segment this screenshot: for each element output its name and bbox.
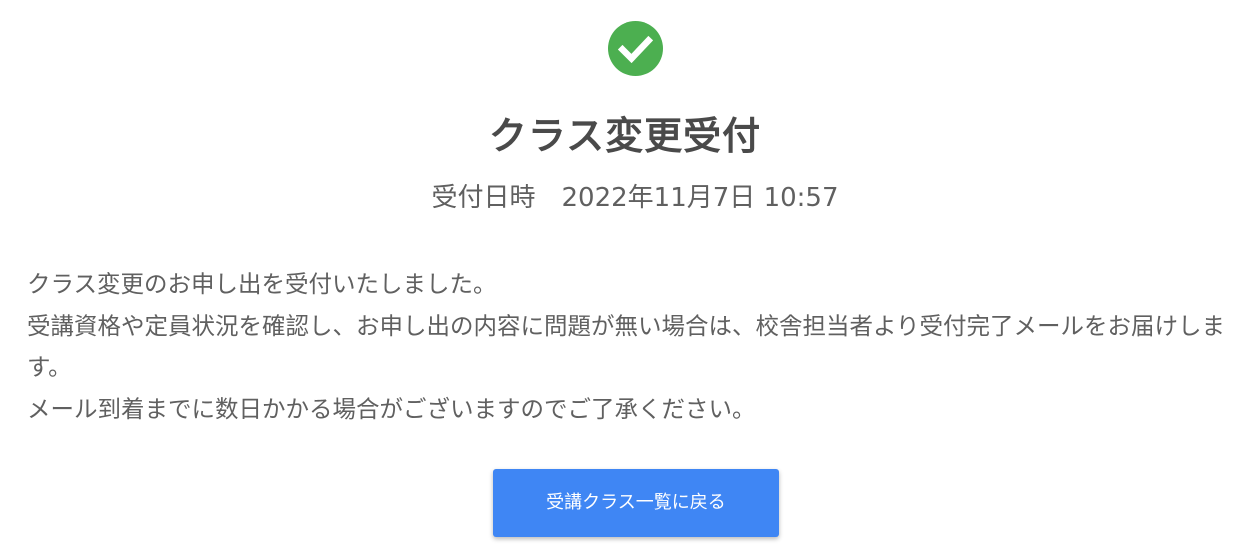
- check-circle-icon: [608, 21, 663, 76]
- message-line: メール到着までに数日かかる場合がございますのでご了承ください。: [27, 394, 756, 423]
- received-label: 受付日時: [431, 183, 536, 213]
- page-title: クラス変更受付: [488, 114, 762, 158]
- confirmation-message: クラス変更のお申し出を受付いたしました。 受講資格や定員状況を確認し、お申し出の…: [27, 264, 1242, 430]
- received-value: 2022年11月7日 10:57: [561, 183, 839, 213]
- completion-page: クラス変更受付 受付日時 2022年11月7日 10:57 クラス変更のお申し出…: [0, 0, 1250, 554]
- message-line: 受講資格や定員状況を確認し、お申し出の内容に問題が無い場合は、校舎担当者より受付…: [27, 311, 1226, 382]
- back-to-class-list-button[interactable]: 受講クラス一覧に戻る: [493, 469, 779, 537]
- received-datetime: 受付日時 2022年11月7日 10:57: [0, 180, 1250, 216]
- message-line: クラス変更のお申し出を受付いたしました。: [27, 270, 497, 298]
